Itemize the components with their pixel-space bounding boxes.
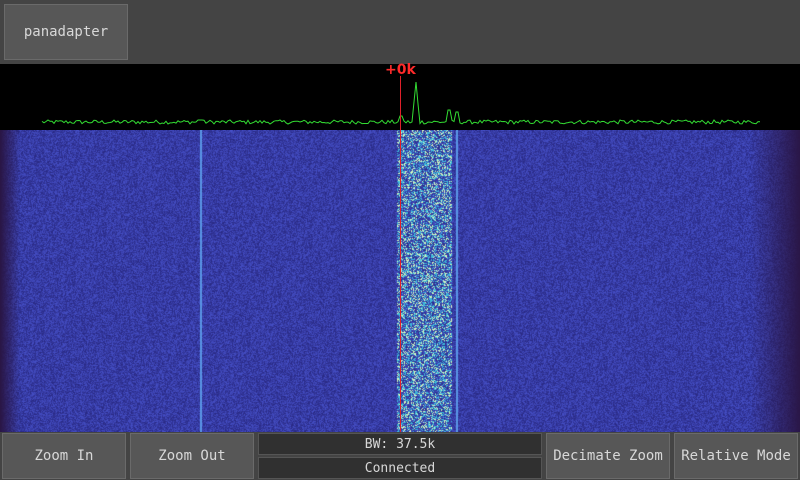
- center-frequency-marker[interactable]: [400, 76, 401, 432]
- relative-mode-button[interactable]: Relative Mode: [674, 433, 798, 479]
- connection-status: Connected: [258, 457, 542, 479]
- zoom-out-button[interactable]: Zoom Out: [130, 433, 254, 479]
- top-toolbar: panadapter: [0, 0, 800, 64]
- bottom-toolbar: Zoom In Zoom Out BW: 37.5k Connected Dec…: [0, 432, 800, 480]
- panadapter-button[interactable]: panadapter: [4, 4, 128, 60]
- center-frequency-label: +0k: [385, 62, 416, 78]
- spectrum-trace: [41, 81, 761, 125]
- decimate-zoom-button[interactable]: Decimate Zoom: [546, 433, 670, 479]
- bandwidth-readout: BW: 37.5k: [258, 433, 542, 455]
- zoom-in-button[interactable]: Zoom In: [2, 433, 126, 479]
- panadapter-app: panadapter +0k Zoom In Zoom Out BW: 37.5…: [0, 0, 800, 480]
